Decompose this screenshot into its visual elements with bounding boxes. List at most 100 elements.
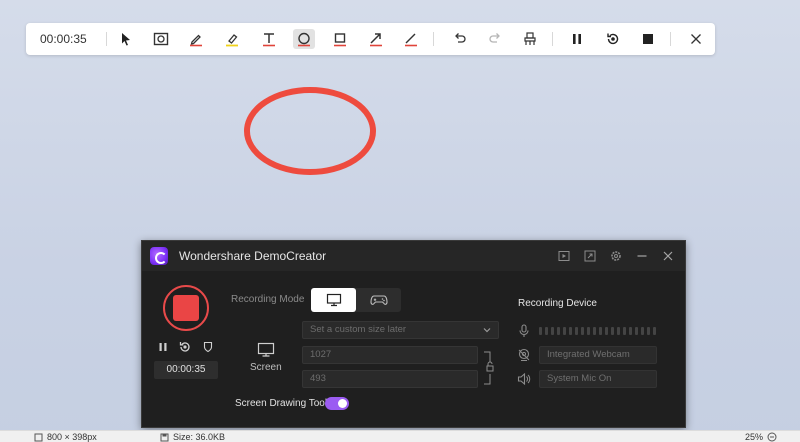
stop-icon xyxy=(643,34,653,44)
pause-icon xyxy=(159,343,167,351)
highlighter-tool-button[interactable] xyxy=(221,29,243,49)
webcam-button[interactable] xyxy=(516,347,532,363)
minimize-button[interactable] xyxy=(635,249,649,263)
height-value: 493 xyxy=(310,373,326,384)
width-input[interactable]: 1027 xyxy=(302,346,478,364)
file-size-value: Size: 36.0KB xyxy=(173,432,226,442)
shield-button[interactable] xyxy=(201,340,215,354)
stop-button[interactable] xyxy=(637,29,659,49)
image-dimensions: 800 × 398px xyxy=(34,432,97,442)
zoom-out-icon[interactable] xyxy=(767,432,777,442)
height-input[interactable]: 493 xyxy=(302,370,478,388)
eraser-button[interactable] xyxy=(519,29,541,49)
gamepad-icon xyxy=(369,295,388,305)
restart-icon xyxy=(179,342,190,352)
zoom-value: 25% xyxy=(745,432,764,442)
democreator-logo-icon xyxy=(150,247,168,265)
toolbar-separator xyxy=(552,32,553,46)
webcam-value: Integrated Webcam xyxy=(547,349,630,360)
highlighter-icon xyxy=(226,34,238,47)
restart-button[interactable] xyxy=(602,29,624,49)
circle-icon xyxy=(298,32,310,47)
toolbar-close-button[interactable] xyxy=(685,29,707,49)
pencil-icon xyxy=(190,34,202,47)
window-close-button[interactable] xyxy=(661,249,675,263)
recording-mode-selector xyxy=(311,288,401,312)
screen-drawing-toggle[interactable] xyxy=(325,397,349,410)
ellipse-tool-button[interactable] xyxy=(293,29,315,49)
system-audio-button[interactable] xyxy=(516,371,532,387)
text-icon xyxy=(263,33,275,47)
pause-button[interactable] xyxy=(566,29,588,49)
toolbar-separator xyxy=(433,32,434,46)
recording-timer: 00:00:35 xyxy=(154,361,218,379)
democreator-window: Wondershare DemoCreator 00:00:35 Recordi… xyxy=(141,240,686,428)
monitor-icon xyxy=(326,293,341,307)
status-bar: 800 × 398px Size: 36.0KB 25% xyxy=(0,430,800,442)
pause-icon xyxy=(573,34,581,44)
arrow-icon xyxy=(370,33,382,47)
settings-button[interactable] xyxy=(609,249,623,263)
pause-recording-button[interactable] xyxy=(156,340,170,354)
restart-icon xyxy=(607,33,619,45)
cursor-arrow-icon xyxy=(122,33,130,46)
system-audio-select[interactable]: System Mic On xyxy=(539,370,657,388)
disk-icon xyxy=(160,433,169,441)
frame-icon xyxy=(153,32,169,46)
drawn-ellipse-annotation xyxy=(244,87,376,175)
drawing-toolbar: 00:00:35 xyxy=(26,23,715,55)
toolbar-separator xyxy=(670,32,671,46)
size-preset-value: Set a custom size later xyxy=(310,324,407,335)
presentation-button[interactable] xyxy=(557,249,571,263)
restart-recording-button[interactable] xyxy=(178,340,192,354)
microphone-icon xyxy=(519,324,529,337)
chevron-down-icon xyxy=(483,328,491,333)
resize-icon xyxy=(584,250,596,262)
rectangle-tool-button[interactable] xyxy=(329,29,351,49)
pen-tool-button[interactable] xyxy=(185,29,207,49)
recording-mode-label: Recording Mode xyxy=(231,294,305,305)
webcam-icon xyxy=(518,348,530,361)
undo-icon xyxy=(455,33,466,43)
line-tool-button[interactable] xyxy=(400,29,422,49)
cursor-tool-button[interactable] xyxy=(115,29,137,49)
arrow-tool-button[interactable] xyxy=(365,29,387,49)
text-tool-button[interactable] xyxy=(258,29,280,49)
shield-icon xyxy=(203,341,213,353)
close-icon xyxy=(691,34,701,44)
record-button[interactable] xyxy=(163,285,209,331)
zoom-control[interactable]: 25% xyxy=(745,432,777,442)
window-title: Wondershare DemoCreator xyxy=(179,249,327,263)
presentation-icon xyxy=(558,251,570,261)
record-square-icon xyxy=(173,295,199,321)
redo-button[interactable] xyxy=(484,29,506,49)
toolbar-timer: 00:00:35 xyxy=(40,32,87,46)
microphone-button[interactable] xyxy=(516,323,532,339)
screenshot-tool-button[interactable] xyxy=(150,29,172,49)
redo-icon xyxy=(489,33,500,43)
square-icon xyxy=(334,33,346,47)
line-icon xyxy=(405,33,417,47)
toolbar-separator xyxy=(106,32,107,46)
dimensions-value: 800 × 398px xyxy=(47,432,97,442)
screen-drawing-tool-label: Screen Drawing Tool xyxy=(235,398,328,409)
width-value: 1027 xyxy=(310,349,332,360)
undo-button[interactable] xyxy=(449,29,471,49)
file-size: Size: 36.0KB xyxy=(160,432,225,442)
minimize-icon xyxy=(637,255,647,257)
webcam-select[interactable]: Integrated Webcam xyxy=(539,346,657,364)
close-icon xyxy=(663,251,673,261)
eraser-icon xyxy=(524,32,536,45)
screen-area-icon xyxy=(257,342,275,357)
dimensions-icon xyxy=(34,433,43,441)
recording-device-title: Recording Device xyxy=(518,298,597,309)
game-mode-button[interactable] xyxy=(356,288,401,312)
screen-mode-button[interactable] xyxy=(311,288,356,312)
window-titlebar[interactable]: Wondershare DemoCreator xyxy=(142,241,685,271)
size-preset-dropdown[interactable]: Set a custom size later xyxy=(302,321,499,339)
speaker-icon xyxy=(517,373,531,385)
aspect-lock-icon[interactable] xyxy=(483,351,497,385)
resize-button[interactable] xyxy=(583,249,597,263)
system-audio-value: System Mic On xyxy=(547,373,612,384)
settings-icon xyxy=(611,251,621,261)
